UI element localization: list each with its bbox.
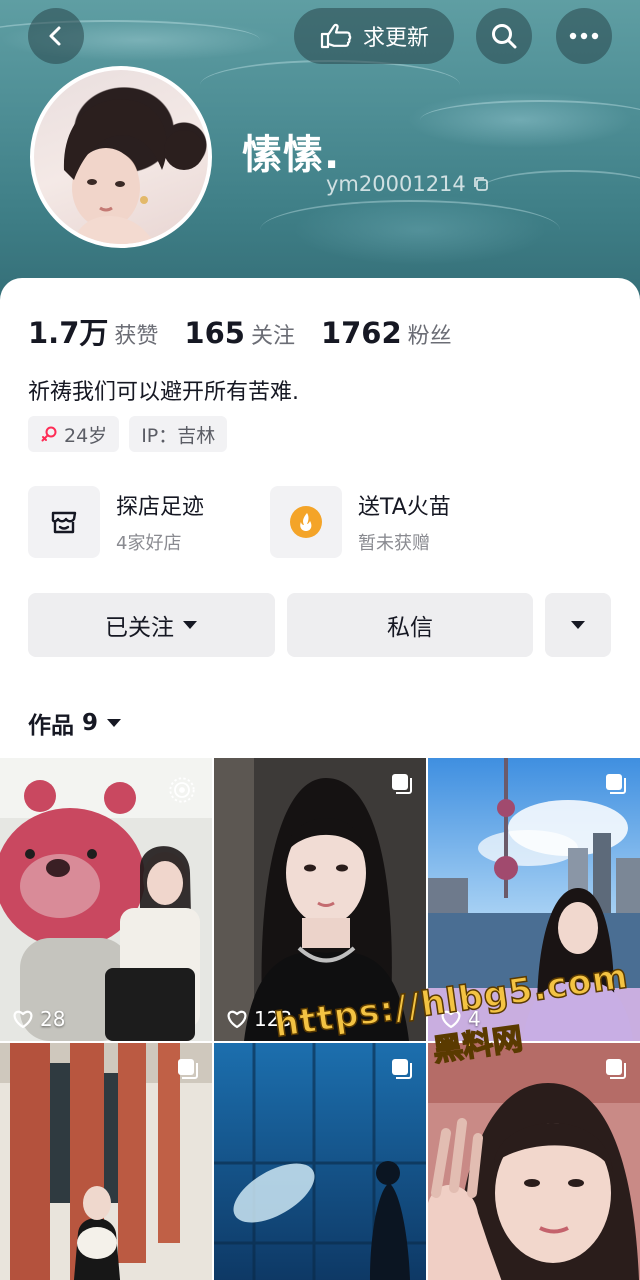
work-thumbnail[interactable] xyxy=(428,1043,640,1280)
shop-visits-entry[interactable]: 探店足迹 4家好店 xyxy=(28,486,204,558)
water-ripple xyxy=(420,100,640,140)
profile-banner: 求更新 愫愫. ym20001214 xyxy=(0,0,640,300)
more-actions-dropdown[interactable] xyxy=(545,593,611,657)
back-button[interactable] xyxy=(28,8,84,64)
work-thumbnail[interactable]: 28 xyxy=(0,758,212,1041)
user-handle[interactable]: ym20001214 xyxy=(326,172,490,196)
copy-icon[interactable] xyxy=(472,175,490,193)
album-icon xyxy=(606,774,626,794)
works-count: 9 xyxy=(82,710,99,736)
bio-text: 祈祷我们可以避开所有苦难. xyxy=(28,380,299,405)
like-count: 28 xyxy=(12,1007,65,1031)
heart-icon xyxy=(13,1010,33,1029)
request-update-button[interactable]: 求更新 xyxy=(294,8,454,64)
likes-count: 1.7万 xyxy=(28,316,109,350)
flame-icon-box xyxy=(270,486,342,558)
followed-button[interactable]: 已关注 xyxy=(28,593,275,657)
likes-label: 获赞 xyxy=(114,324,159,349)
more-dots-icon xyxy=(569,32,599,40)
female-icon xyxy=(41,426,57,442)
age-tag: 24岁 xyxy=(28,416,120,452)
works-label: 作品 xyxy=(28,713,74,739)
ip-text: IP：吉林 xyxy=(141,424,216,447)
water-ripple xyxy=(260,200,560,260)
album-icon xyxy=(392,774,412,794)
caret-down-icon xyxy=(571,621,585,629)
caret-down-icon xyxy=(107,719,122,727)
profile-card: 1.7万 获赞 165 关注 1762 粉丝 祈祷我们可以避开所有苦难. 24岁… xyxy=(0,278,640,1280)
like-count-text: 28 xyxy=(40,1007,66,1031)
followed-label: 已关注 xyxy=(105,615,174,641)
live-photo-icon xyxy=(169,777,195,803)
send-flame-title: 送TA火苗 xyxy=(358,495,451,520)
shop-icon-box xyxy=(28,486,100,558)
profile-stats: 1.7万 获赞 165 关注 1762 粉丝 xyxy=(28,310,478,352)
shop-icon xyxy=(51,511,77,534)
send-flame-entry[interactable]: 送TA火苗 暂未获赠 xyxy=(270,486,451,558)
profile-tags: 24岁 IP：吉林 xyxy=(28,416,228,452)
water-ripple xyxy=(200,60,460,110)
chevron-left-icon xyxy=(49,26,61,46)
caret-down-icon xyxy=(183,621,197,629)
more-button[interactable] xyxy=(556,8,612,64)
water-ripple xyxy=(480,170,640,210)
flame-icon xyxy=(290,506,322,538)
avatar[interactable] xyxy=(30,66,212,248)
album-icon xyxy=(606,1059,626,1079)
followers-label[interactable]: 粉丝 xyxy=(408,318,452,350)
ip-tag: IP：吉林 xyxy=(129,416,228,452)
message-button[interactable]: 私信 xyxy=(287,593,533,657)
works-tab[interactable]: 作品 9 xyxy=(28,706,122,740)
request-update-label: 求更新 xyxy=(362,26,429,51)
message-label: 私信 xyxy=(387,615,433,641)
album-icon xyxy=(178,1059,198,1079)
shop-visits-title: 探店足迹 xyxy=(116,495,205,520)
following-label[interactable]: 关注 xyxy=(251,318,295,350)
following-count[interactable]: 165 xyxy=(184,316,245,350)
avatar-portrait xyxy=(63,99,204,244)
shop-visits-subtitle: 4家好店 xyxy=(116,533,182,554)
followers-count[interactable]: 1762 xyxy=(321,316,402,350)
heart-icon xyxy=(227,1010,247,1029)
age-text: 24岁 xyxy=(64,424,108,447)
pointing-hand-icon xyxy=(320,23,352,49)
handle-text: ym20001214 xyxy=(326,172,466,196)
search-icon xyxy=(492,24,517,49)
work-thumbnail[interactable] xyxy=(0,1043,212,1280)
search-button[interactable] xyxy=(476,8,532,64)
send-flame-subtitle: 暂未获赠 xyxy=(358,533,430,554)
